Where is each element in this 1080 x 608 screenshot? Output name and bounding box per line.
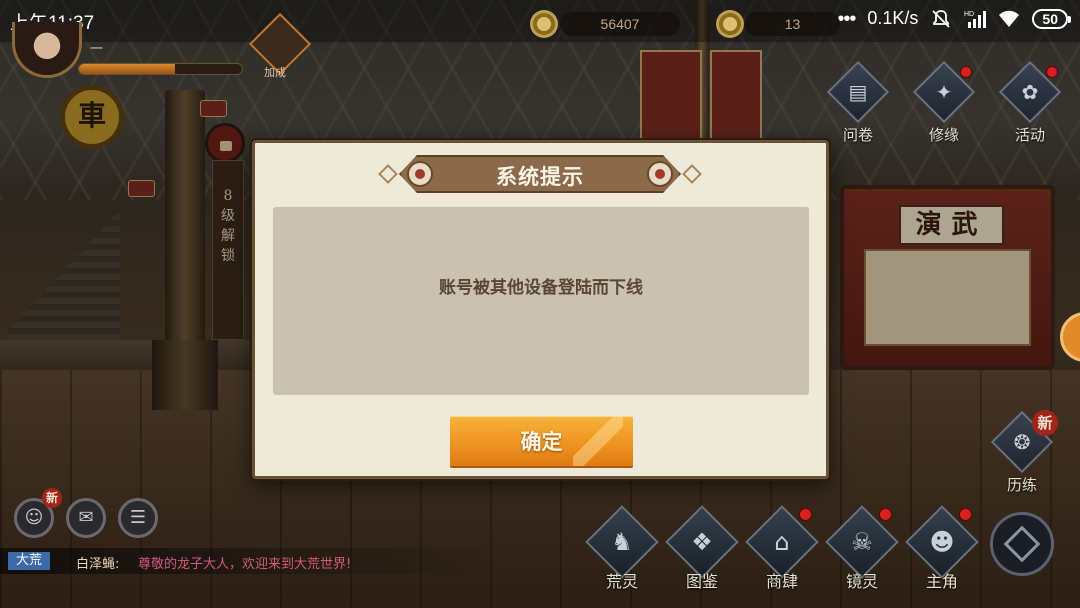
notification-dot [1046,66,1058,78]
xp-bar [78,63,243,75]
notification-dot [960,66,972,78]
chat-sender: 白泽蝇: [76,557,120,572]
events-icon: ✿ [1021,80,1039,104]
confirm-button[interactable]: 确定 [450,416,633,466]
system-alert-dialog: 系统提示 账号被其他设备登陆而下线 确定 [252,140,829,479]
questionnaire-icon: ▤ [848,80,868,104]
events-label: 活动 [1014,126,1045,144]
mute-bell-icon [930,9,952,29]
button-shine [573,416,623,466]
cultivation-label: 修缘 [928,126,959,144]
nav-shop[interactable]: ⌂ 商肆 [744,505,820,608]
new-badge: 新 [42,488,62,508]
character-icon: ☻ [929,528,955,556]
cards-icon: ❖ [691,528,713,556]
signal-icon: HD [964,9,987,29]
stage-button[interactable] [990,512,1054,576]
experience-label: 历练 [1006,476,1037,494]
nav-codex[interactable]: ❖ 图鉴 [664,505,740,608]
notification-dot [799,508,812,521]
questionnaire-button[interactable]: ▤ 问卷 [826,60,890,148]
new-badge: 新 [1032,410,1058,436]
dialog-message: 账号被其他设备登陆而下线 [439,278,643,298]
dialog-title: 系统提示 [496,164,584,189]
nav-protagonist[interactable]: ☻ 主角 [904,505,980,608]
cultivation-button[interactable]: ✦ 修缘 [912,60,976,148]
nav-spirits[interactable]: ♞ 荒灵 [584,505,660,608]
chat-channel-tag: 大荒 [8,552,51,570]
events-button[interactable]: ✿ 活动 [998,60,1062,148]
jade-icon [716,10,744,38]
nav-label: 商肆 [765,572,798,591]
network-speed: 0.1K/s [867,8,919,28]
xp-bar-fill [79,64,176,74]
nav-label: 荒灵 [605,572,638,591]
dialog-header: 系统提示 [378,155,702,193]
shop-icon: ⌂ [774,528,790,556]
boost-label: 加成 [264,67,286,79]
player-name: 一 [90,41,104,56]
chat-ticker[interactable]: 大荒 白泽蝇: 尊敬的龙子大人，欢迎来到大荒世界! [0,548,500,574]
notification-dot [959,508,972,521]
svg-text:HD: HD [964,11,974,18]
more-notifications-icon: ••• [837,7,856,30]
coin-icon [530,10,558,38]
currency-jade[interactable]: 13 [745,12,840,36]
nav-label: 主角 [925,572,958,591]
notification-dot [879,508,892,521]
status-indicators: ••• 0.1K/s HD 50 [837,7,1071,30]
currency-gold[interactable]: 56407 [560,12,680,36]
questionnaire-label: 问卷 [842,126,873,144]
cultivation-icon: ✦ [935,80,953,104]
confirm-button-label: 确定 [520,429,563,454]
spirit-icon: ♞ [611,528,633,556]
task-list-icon[interactable]: ☰ [118,498,158,538]
nav-label: 图鉴 [685,572,718,591]
stage-icon [1003,525,1041,563]
nav-label: 镜灵 [845,572,878,591]
dialog-body: 账号被其他设备登陆而下线 [273,207,809,395]
nav-mirror-spirits[interactable]: ☠ 镜灵 [824,505,900,608]
wifi-icon [998,9,1020,29]
mail-icon[interactable]: ✉ [66,498,106,538]
battery-icon: 50 [1032,8,1071,29]
chat-message: 尊敬的龙子大人，欢迎来到大荒世界! [138,557,352,572]
skull-icon: ☠ [851,528,873,556]
